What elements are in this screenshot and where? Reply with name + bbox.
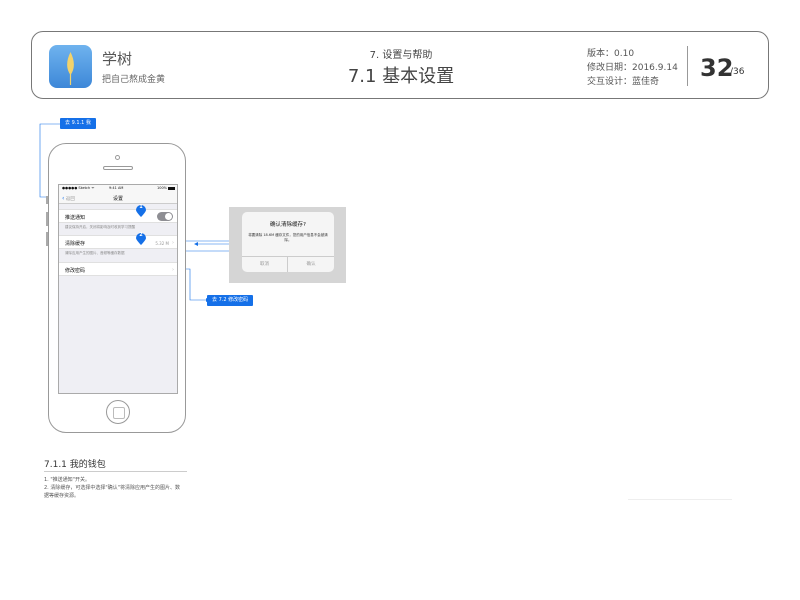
tag-goto-change-password[interactable]: 去 7.2 修改密码	[207, 295, 254, 306]
push-notification-note: 建议保持开启，关闭将影响及时收到学习提醒	[65, 225, 135, 229]
chevron-right-icon: ›	[172, 240, 174, 246]
status-bar: ●●●●● Sketch ᯤ 9:41 AM 100%	[59, 185, 177, 192]
clear-cache-dialog: 确认清除缓存? 将要清除 18.6M 缓存文件，您的用户信息不会被清除。 取消 …	[242, 212, 334, 272]
clear-cache-label: 清除缓存	[65, 241, 86, 247]
status-battery: 100%	[156, 186, 167, 190]
note-line-3: 据等缓存资源。	[44, 493, 80, 499]
battery-icon	[168, 187, 175, 190]
settings-screen: ●●●●● Sketch ᯤ 9:41 AM 100% ‹ 返回 设置 推送通知…	[58, 184, 178, 394]
phone-mute-switch	[46, 196, 48, 204]
change-password-label: 修改密码	[65, 268, 86, 274]
change-password-row[interactable]: 修改密码 ›	[59, 262, 177, 276]
dialog-title: 确认清除缓存?	[270, 222, 306, 228]
phone-camera	[115, 155, 120, 160]
notes-title: 7.1.1 我的钱包	[44, 460, 106, 470]
status-time: 9:41 AM	[109, 186, 124, 190]
confirm-button[interactable]: 确认	[288, 257, 334, 272]
phone-speaker	[103, 166, 133, 170]
dialog-message: 将要清除 18.6M 缓存文件，您的用户信息不会被清除。	[248, 233, 328, 242]
cache-size: 5.32 M	[155, 241, 169, 246]
push-notification-row: 推送通知	[59, 209, 177, 223]
chevron-right-icon: ›	[172, 267, 174, 273]
phone-home-button	[106, 400, 130, 424]
notes-divider	[44, 471, 187, 472]
phone-volume-up	[46, 212, 48, 226]
marker-2-number: 2	[139, 232, 143, 238]
nav-title: 设置	[112, 196, 123, 202]
phone-mockup: ●●●●● Sketch ᯤ 9:41 AM 100% ‹ 返回 设置 推送通知…	[46, 143, 186, 433]
clear-cache-note: 清除应用产生的图片、音频等缓存数据	[65, 251, 125, 255]
annotation-marker-2: 2	[136, 230, 146, 245]
annotation-marker-1: 1	[136, 202, 146, 217]
note-line-1: 1. "推送通知"开关。	[44, 477, 90, 483]
marker-1-number: 1	[139, 204, 143, 210]
nav-bar: ‹ 返回 设置	[59, 192, 177, 204]
clear-cache-row[interactable]: 清除缓存 5.32 M ›	[59, 235, 177, 249]
phone-volume-down	[46, 232, 48, 246]
tag-goto-me[interactable]: 去 9.1.1 我	[60, 118, 96, 129]
push-notification-toggle[interactable]	[157, 212, 173, 221]
status-carrier: ●●●●● Sketch ᯤ	[62, 186, 95, 190]
push-notification-label: 推送通知	[65, 215, 86, 221]
note-line-2: 2. 清除缓存，可选择中选择"确认"将清除应用产生的图片、数	[44, 485, 180, 491]
dialog-buttons: 取消 确认	[242, 256, 334, 272]
cancel-button[interactable]: 取消	[242, 257, 288, 272]
faint-divider	[628, 499, 732, 500]
